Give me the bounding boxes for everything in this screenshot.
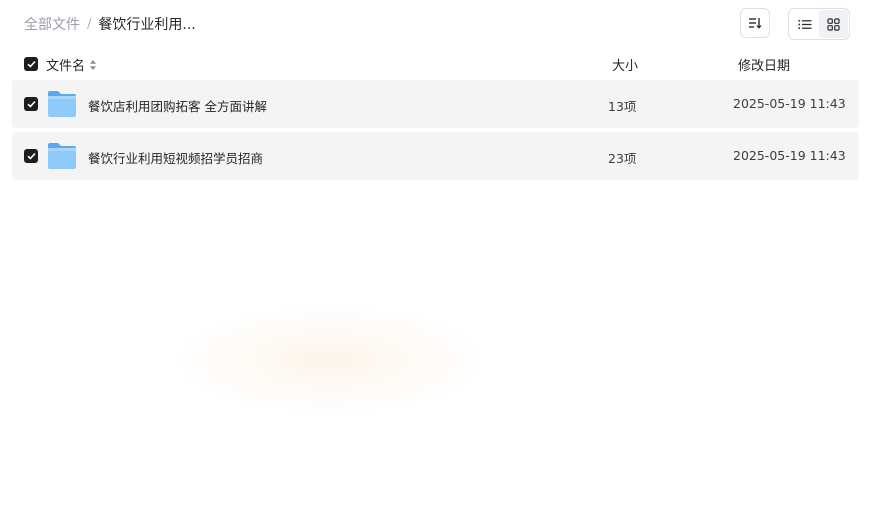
row-checkbox[interactable] (24, 97, 38, 111)
background-glow (175, 305, 485, 415)
breadcrumb-current: 餐饮行业利用... (98, 17, 196, 33)
size-column-header[interactable]: 大小 (612, 55, 638, 74)
table-row[interactable]: 餐饮行业利用短视频招学员招商 23项 2025-05-19 11:43 (12, 132, 859, 180)
breadcrumb-root-link[interactable]: 全部文件 (24, 14, 80, 34)
file-name[interactable]: 餐饮店利用团购拓客 全方面讲解 (88, 96, 267, 115)
table-header: 文件名 大小 修改日期 (24, 54, 854, 74)
list-view-icon (798, 19, 811, 29)
file-item-count: 13项 (608, 99, 637, 114)
file-modified-date: 2025-05-19 11:43 (733, 96, 846, 111)
folder-icon (48, 143, 76, 169)
grid-view-icon (827, 17, 840, 31)
row-checkbox[interactable] (24, 149, 38, 163)
table-row[interactable]: 餐饮店利用团购拓客 全方面讲解 13项 2025-05-19 11:43 (12, 80, 859, 128)
name-column-header[interactable]: 文件名 (46, 55, 97, 74)
grid-view-button[interactable] (819, 10, 848, 38)
folder-icon (48, 91, 76, 117)
sort-button[interactable] (740, 8, 770, 38)
date-column-header[interactable]: 修改日期 (738, 55, 790, 74)
select-all-checkbox[interactable] (24, 57, 38, 71)
sort-toggle-icon (90, 59, 97, 70)
checkmark-icon (26, 152, 36, 160)
file-modified-date: 2025-05-19 11:43 (733, 148, 846, 163)
file-name[interactable]: 餐饮行业利用短视频招学员招商 (88, 148, 263, 167)
breadcrumb: 全部文件 / 餐饮行业利用... (24, 14, 196, 34)
breadcrumb-separator: / (87, 16, 92, 32)
checkmark-icon (26, 100, 36, 108)
name-column-label: 文件名 (46, 59, 86, 74)
list-view-button[interactable] (790, 10, 819, 38)
view-toggle (788, 8, 850, 40)
sort-list-icon (749, 18, 762, 29)
file-item-count: 23项 (608, 151, 637, 166)
checkmark-icon (26, 60, 36, 68)
